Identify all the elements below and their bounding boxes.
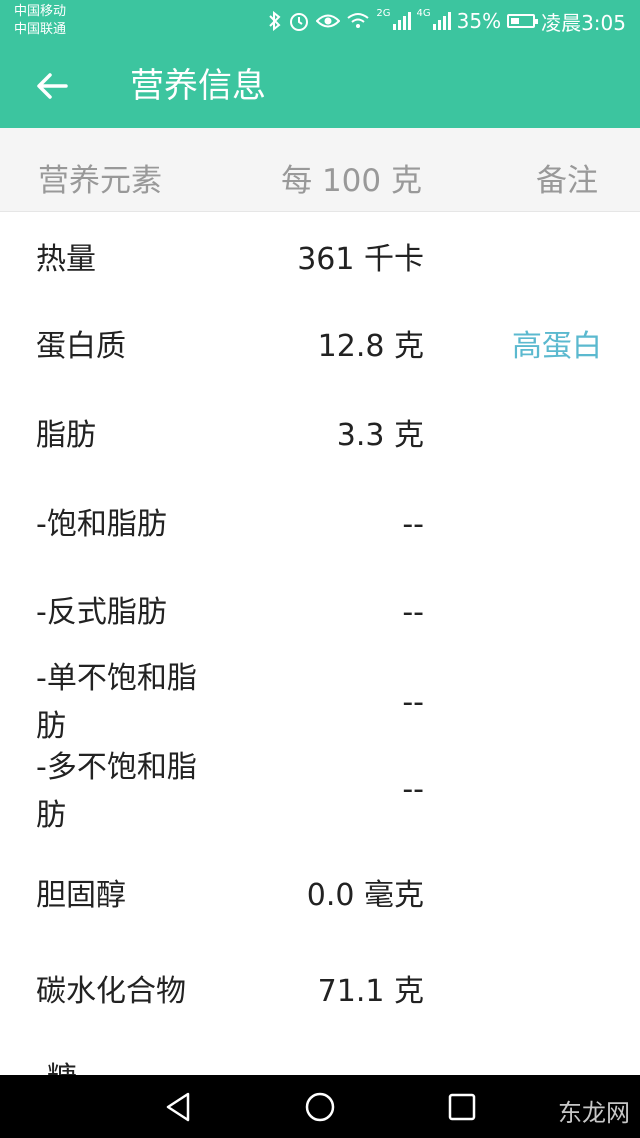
page-title: 营养信息: [130, 66, 266, 106]
table-row: -糖: [0, 1015, 640, 1075]
table-row: -反式脂肪 --: [0, 567, 640, 630]
nutrient-value: 0.0 毫克: [306, 878, 424, 913]
clock: 凌晨3:05: [541, 10, 626, 35]
nutrient-name: 热量: [36, 242, 96, 277]
nutrient-value: --: [402, 507, 424, 542]
back-button[interactable]: [30, 64, 74, 108]
nutrient-name: 碳水化合物: [36, 974, 186, 1009]
table-row: 脂肪 3.3 克: [0, 390, 640, 479]
header-nutrient: 营养元素: [38, 163, 162, 199]
nutrient-value: 71.1 克: [317, 974, 424, 1009]
watermark: 东龙网: [558, 1099, 630, 1127]
nutrient-value: --: [402, 685, 424, 720]
carrier-2: 中国联通: [14, 22, 67, 37]
nutrient-name: 脂肪: [36, 418, 96, 453]
square-recent-icon: [448, 1093, 476, 1121]
table-row: 热量 361 千卡: [0, 213, 640, 301]
bluetooth-icon: [268, 11, 282, 31]
nutrient-name: -饱和脂肪: [36, 507, 167, 542]
table-row: -多不饱和脂肪 --: [0, 739, 640, 833]
table-row: -单不饱和脂肪 --: [0, 629, 640, 744]
header-per-100g: 每 100 克: [281, 163, 422, 199]
battery-icon: [507, 14, 539, 28]
nutrient-name: -糖: [36, 1055, 216, 1075]
wifi-icon: [346, 12, 370, 30]
triangle-back-icon: [166, 1092, 190, 1122]
network-type-1: 2G: [376, 7, 391, 19]
arrow-left-icon: [37, 73, 68, 99]
system-nav-bar: 东龙网: [0, 1075, 640, 1138]
table-header: 营养元素 每 100 克 备注: [0, 128, 640, 212]
nutrient-value: 361 千卡: [297, 242, 424, 277]
header-note: 备注: [536, 163, 598, 199]
status-bar: 中国移动 中国联通 2G 4G 35% 凌晨3:05: [0, 0, 640, 44]
eye-comfort-icon: [316, 12, 341, 30]
circle-home-icon: [305, 1092, 335, 1122]
nutrient-value: --: [402, 772, 424, 807]
nav-home-button[interactable]: [302, 1089, 338, 1125]
table-row: 胆固醇 0.0 毫克: [0, 830, 640, 926]
nutrient-note: 高蛋白: [512, 329, 602, 364]
network-type-2: 4G: [416, 7, 431, 19]
nutrient-name: -多不饱和脂肪: [36, 750, 197, 833]
nutrient-name: 胆固醇: [36, 878, 126, 913]
status-icons: 2G 4G 35% 凌晨3:05: [268, 7, 626, 35]
carrier-info: 中国移动 中国联通: [14, 3, 66, 39]
signal-icon-2: [432, 12, 451, 30]
nutrition-table: 热量 361 千卡 蛋白质 12.8 克 高蛋白 脂肪 3.3 克 -饱和脂肪 …: [0, 213, 640, 1075]
battery-percent: 35%: [456, 9, 502, 33]
app-bar: 营养信息: [0, 44, 640, 128]
table-row: 碳水化合物 71.1 克: [0, 926, 640, 1015]
nutrient-name: 蛋白质: [36, 329, 126, 364]
signal-icon-1: [392, 12, 411, 30]
table-row: 蛋白质 12.8 克 高蛋白: [0, 301, 640, 390]
nutrient-value: 12.8 克: [317, 329, 424, 364]
nav-recent-button[interactable]: [444, 1089, 480, 1125]
nutrient-name: -单不饱和脂肪: [36, 661, 197, 744]
nutrient-value: 3.3 克: [336, 418, 424, 453]
table-row: -饱和脂肪 --: [0, 479, 640, 567]
alarm-icon: [288, 10, 310, 32]
carrier-1: 中国移动: [14, 4, 67, 19]
nav-back-button[interactable]: [160, 1089, 196, 1125]
